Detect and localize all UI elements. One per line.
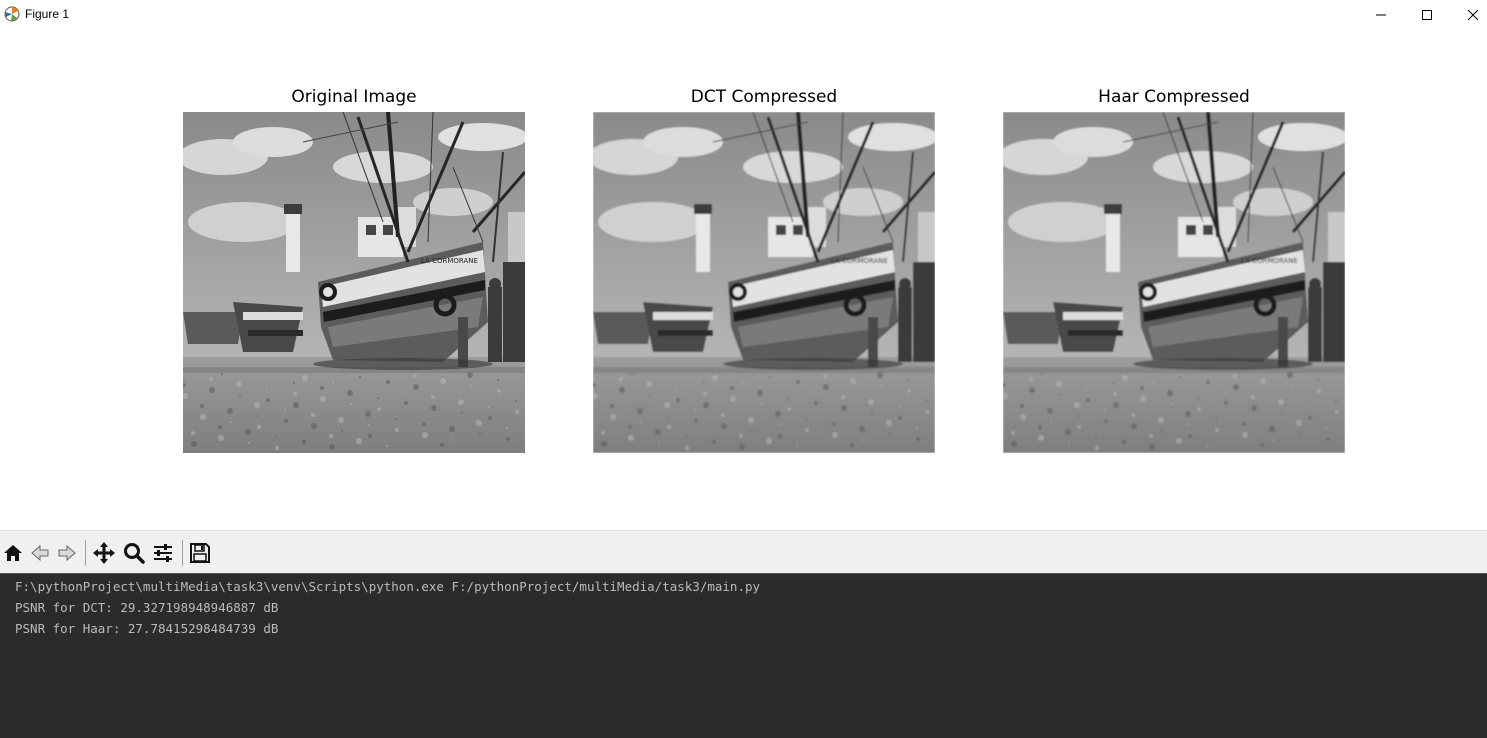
panel-title-dct: DCT Compressed (690, 87, 838, 107)
window-title: Figure 1 (25, 7, 70, 21)
save-button[interactable] (187, 540, 213, 566)
close-icon (1467, 9, 1479, 21)
svg-text:LA CORMORANE: LA CORMORANE (421, 257, 478, 265)
dct-compressed-image: LA CORMORANE (593, 112, 935, 453)
pan-icon (93, 542, 115, 564)
forward-button[interactable] (54, 540, 80, 566)
haar-compressed-image: LA CORMORANE (1003, 112, 1345, 453)
forward-icon (58, 544, 76, 562)
panel-title-original: Original Image (291, 87, 417, 107)
console-line-psnr-haar: PSNR for Haar: 27.78415298484739 dB (15, 621, 279, 636)
navigation-toolbar (0, 530, 1487, 573)
console-line-command: F:\pythonProject\multiMedia\task3\venv\S… (15, 579, 761, 594)
back-button[interactable] (27, 540, 53, 566)
matplotlib-app-icon (4, 6, 20, 22)
svg-text:LA CORMORANE: LA CORMORANE (1241, 257, 1298, 265)
haar-image-scene: LA CORMORANE (1003, 112, 1345, 453)
figure-canvas[interactable]: Original Image DCT Compressed Haar Compr… (0, 30, 1487, 530)
maximize-button[interactable] (1404, 0, 1450, 30)
zoom-icon (124, 543, 145, 564)
minimize-button[interactable] (1358, 0, 1404, 30)
home-icon (4, 545, 22, 561)
configure-subplots-icon (154, 544, 172, 562)
dct-image-scene: LA CORMORANE (593, 112, 935, 453)
svg-text:LA CORMORANE: LA CORMORANE (831, 257, 888, 265)
save-icon (190, 543, 210, 563)
close-button[interactable] (1450, 0, 1487, 30)
panel-title-haar: Haar Compressed (1098, 87, 1250, 107)
toolbar-separator (85, 540, 86, 566)
back-icon (31, 544, 49, 562)
toolbar-separator (182, 540, 183, 566)
pan-button[interactable] (91, 540, 117, 566)
maximize-icon (1422, 10, 1432, 20)
console-output[interactable]: F:\pythonProject\multiMedia\task3\venv\S… (0, 573, 1487, 738)
home-button[interactable] (0, 540, 26, 566)
minimize-icon (1376, 14, 1386, 16)
console-line-psnr-dct: PSNR for DCT: 29.327198948946887 dB (15, 600, 279, 615)
original-image-scene: LA CORMORANE (183, 112, 525, 453)
window-titlebar: Figure 1 (0, 0, 1487, 30)
original-image: LA CORMORANE (183, 112, 525, 453)
zoom-button[interactable] (121, 540, 147, 566)
configure-subplots-button[interactable] (150, 540, 176, 566)
